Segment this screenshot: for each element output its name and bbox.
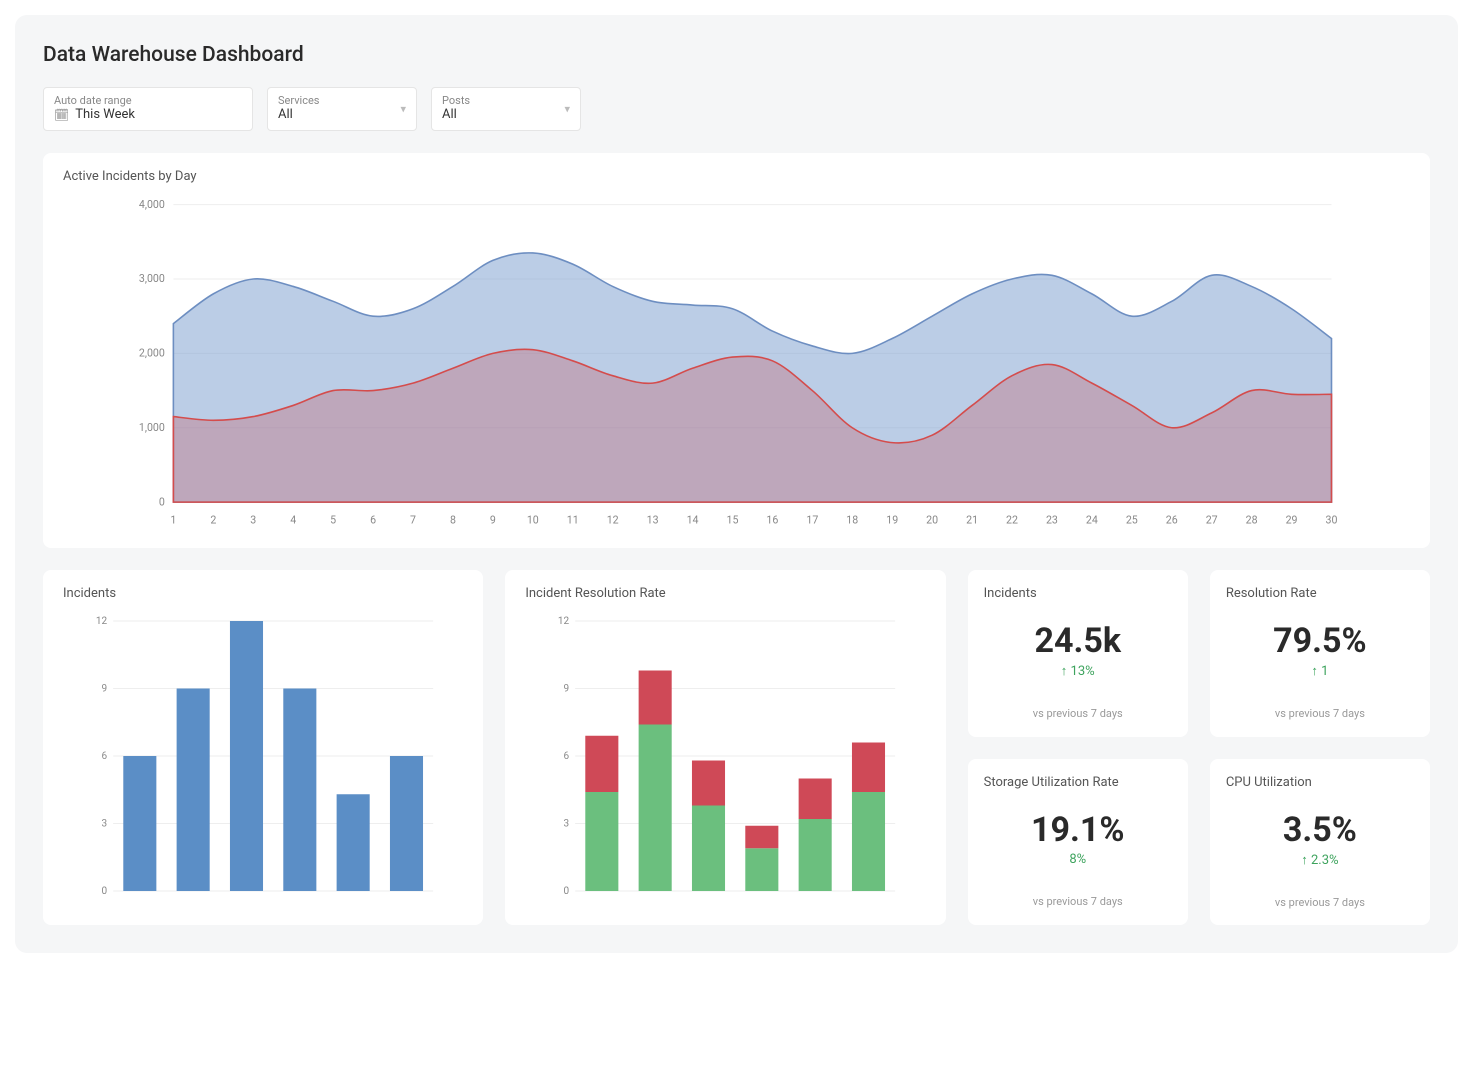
date-range-select[interactable]: Auto date range 🗓 This Week bbox=[43, 87, 253, 131]
chevron-down-icon: ▾ bbox=[564, 103, 570, 116]
svg-text:3,000: 3,000 bbox=[139, 272, 165, 285]
stat-value: 24.5k bbox=[984, 621, 1172, 661]
stat-delta: 8% bbox=[984, 852, 1172, 867]
svg-text:18: 18 bbox=[846, 513, 858, 526]
svg-text:23: 23 bbox=[1046, 513, 1058, 526]
svg-text:20: 20 bbox=[926, 513, 938, 526]
stat-delta: ↑ 13% bbox=[984, 663, 1172, 679]
svg-text:5: 5 bbox=[330, 513, 336, 526]
svg-text:30: 30 bbox=[1326, 513, 1338, 526]
chevron-down-icon: ▾ bbox=[400, 103, 406, 116]
stat-cpu: CPU Utilization 3.5% ↑ 2.3% vs previous … bbox=[1210, 759, 1430, 926]
filter-value: All bbox=[278, 107, 406, 122]
stat-storage: Storage Utilization Rate 19.1% 8% vs pre… bbox=[968, 759, 1188, 926]
svg-text:13: 13 bbox=[647, 513, 659, 526]
page-title: Data Warehouse Dashboard bbox=[43, 43, 1430, 67]
bar-chart: 0 3 6 9 12 bbox=[63, 611, 463, 911]
stat-resolution: Resolution Rate 79.5% ↑ 1 vs previous 7 … bbox=[1210, 570, 1430, 737]
svg-text:0: 0 bbox=[564, 886, 570, 897]
stacked-chart-card: Incident Resolution Rate 0 3 6 9 12 bbox=[505, 570, 945, 925]
svg-text:2,000: 2,000 bbox=[139, 347, 165, 360]
svg-text:7: 7 bbox=[410, 513, 416, 526]
stat-incidents: Incidents 24.5k ↑ 13% vs previous 7 days bbox=[968, 570, 1188, 737]
filter-value: All bbox=[442, 107, 570, 122]
dashboard: Data Warehouse Dashboard Auto date range… bbox=[15, 15, 1458, 953]
stat-sub: vs previous 7 days bbox=[1226, 896, 1414, 909]
svg-text:12: 12 bbox=[558, 616, 570, 627]
stat-value: 3.5% bbox=[1226, 810, 1414, 850]
svg-text:6: 6 bbox=[370, 513, 376, 526]
svg-text:0: 0 bbox=[102, 886, 108, 897]
svg-text:22: 22 bbox=[1006, 513, 1018, 526]
svg-text:2: 2 bbox=[210, 513, 216, 526]
svg-text:4: 4 bbox=[290, 513, 296, 526]
svg-text:0: 0 bbox=[159, 495, 165, 508]
filter-value: 🗓 This Week bbox=[54, 107, 242, 122]
svg-text:3: 3 bbox=[250, 513, 256, 526]
stat-delta: ↑ 1 bbox=[1226, 663, 1414, 679]
posts-select[interactable]: Posts All ▾ bbox=[431, 87, 581, 131]
stat-delta: ↑ 2.3% bbox=[1226, 852, 1414, 868]
svg-text:9: 9 bbox=[102, 684, 108, 695]
svg-text:21: 21 bbox=[966, 513, 978, 526]
svg-text:24: 24 bbox=[1086, 513, 1098, 526]
svg-text:3: 3 bbox=[102, 819, 108, 830]
svg-text:11: 11 bbox=[567, 513, 579, 526]
svg-text:28: 28 bbox=[1246, 513, 1258, 526]
svg-text:9: 9 bbox=[564, 684, 570, 695]
services-select[interactable]: Services All ▾ bbox=[267, 87, 417, 131]
svg-text:12: 12 bbox=[607, 513, 619, 526]
area-chart-card: Active Incidents by Day 0 1,000 2,000 3,000… bbox=[43, 153, 1430, 548]
svg-text:1: 1 bbox=[170, 513, 176, 526]
svg-text:10: 10 bbox=[527, 513, 539, 526]
stat-title: Storage Utilization Rate bbox=[984, 775, 1172, 790]
svg-text:15: 15 bbox=[727, 513, 739, 526]
svg-text:29: 29 bbox=[1286, 513, 1298, 526]
svg-text:25: 25 bbox=[1126, 513, 1138, 526]
svg-text:16: 16 bbox=[766, 513, 778, 526]
svg-text:19: 19 bbox=[886, 513, 898, 526]
svg-text:4,000: 4,000 bbox=[139, 198, 165, 211]
svg-text:17: 17 bbox=[806, 513, 818, 526]
date-range-value: This Week bbox=[75, 107, 135, 122]
svg-text:6: 6 bbox=[102, 751, 108, 762]
filter-label: Services bbox=[278, 94, 406, 107]
svg-text:9: 9 bbox=[490, 513, 496, 526]
stacked-bar-chart: 0 3 6 9 12 bbox=[525, 611, 925, 911]
stat-sub: vs previous 7 days bbox=[984, 895, 1172, 908]
filter-label: Auto date range bbox=[54, 94, 242, 107]
svg-text:27: 27 bbox=[1206, 513, 1218, 526]
calendar-icon: 🗓 bbox=[54, 108, 69, 122]
svg-text:26: 26 bbox=[1166, 513, 1178, 526]
svg-text:3: 3 bbox=[564, 819, 570, 830]
stat-value: 79.5% bbox=[1226, 621, 1414, 661]
stat-sub: vs previous 7 days bbox=[1226, 707, 1414, 720]
filter-label: Posts bbox=[442, 94, 570, 107]
stat-sub: vs previous 7 days bbox=[984, 707, 1172, 720]
stat-title: CPU Utilization bbox=[1226, 775, 1414, 790]
card-title: Active Incidents by Day bbox=[63, 169, 1410, 184]
svg-text:14: 14 bbox=[687, 513, 699, 526]
card-title: Incident Resolution Rate bbox=[525, 586, 925, 601]
stat-value: 19.1% bbox=[984, 810, 1172, 850]
stat-cards: Incidents 24.5k ↑ 13% vs previous 7 days… bbox=[968, 570, 1430, 925]
svg-text:12: 12 bbox=[96, 616, 108, 627]
area-chart: 01,0002,0003,0004,0001234567891011121314… bbox=[63, 194, 1410, 534]
card-title: Incidents bbox=[63, 586, 463, 601]
stat-title: Incidents bbox=[984, 586, 1172, 601]
bar-chart-card: Incidents 0 3 6 9 12 bbox=[43, 570, 483, 925]
svg-text:1,000: 1,000 bbox=[139, 421, 165, 434]
svg-text:6: 6 bbox=[564, 751, 570, 762]
svg-text:8: 8 bbox=[450, 513, 456, 526]
filter-row: Auto date range 🗓 This Week Services All… bbox=[43, 87, 1430, 131]
stat-title: Resolution Rate bbox=[1226, 586, 1414, 601]
